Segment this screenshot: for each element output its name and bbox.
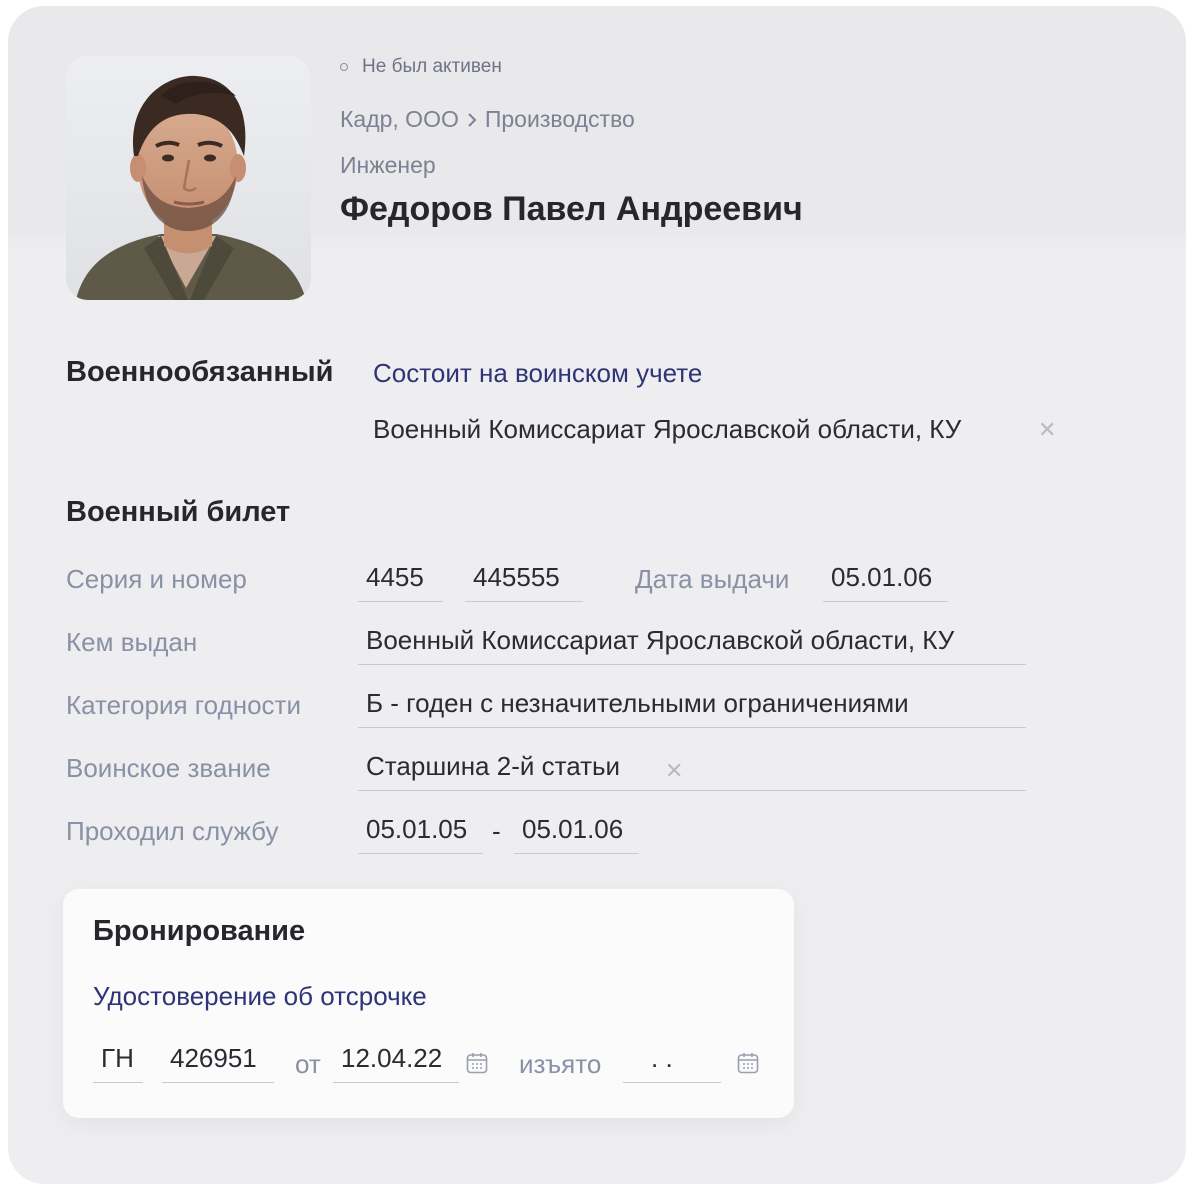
commissariat-value: Военный Комиссариат Ярославской области,…: [373, 414, 962, 444]
activity-status: Не был активен: [340, 56, 502, 78]
avatar: [66, 56, 311, 300]
job-position: Инженер: [340, 152, 436, 178]
booking-panel: Бронирование Удостоверение об отсрочке Г…: [63, 889, 794, 1118]
withdrawn-date-field[interactable]: . .: [623, 1041, 721, 1083]
ticket-series-field[interactable]: 4455: [358, 560, 443, 602]
deferment-certificate-link[interactable]: Удостоверение об отсрочке: [93, 981, 427, 1012]
issued-by-label: Кем выдан: [66, 627, 198, 657]
rank-field[interactable]: Старшина 2-й статьи: [358, 749, 1026, 791]
close-icon[interactable]: ✕: [1038, 419, 1056, 441]
series-number-label: Серия и номер: [66, 564, 247, 594]
service-from-field[interactable]: 05.01.05: [358, 812, 483, 854]
from-label: от: [295, 1049, 321, 1079]
booking-title: Бронирование: [93, 915, 306, 947]
calendar-icon[interactable]: [465, 1051, 489, 1075]
issued-by-field[interactable]: Военный Комиссариат Ярославской области,…: [358, 623, 1026, 665]
fitness-label: Категория годности: [66, 690, 301, 720]
status-text: Не был активен: [362, 56, 502, 77]
rank-value: Старшина 2-й статьи: [366, 751, 621, 781]
service-to-field[interactable]: 05.01.06: [514, 812, 639, 854]
ticket-number-field[interactable]: 445555: [465, 560, 583, 602]
military-ticket-title: Военный билет: [66, 496, 291, 528]
service-period-label: Проходил службу: [66, 816, 279, 846]
service-separator: -: [492, 816, 501, 846]
breadcrumb-department[interactable]: Производство: [485, 106, 635, 133]
military-section-title: Военнообязанный: [66, 356, 334, 388]
issue-date-field[interactable]: 05.01.06: [823, 560, 948, 602]
close-icon[interactable]: ✕: [665, 760, 683, 782]
status-dot-icon: [340, 63, 348, 71]
avatar-photo: [66, 56, 311, 300]
issue-date-label: Дата выдачи: [635, 564, 790, 594]
breadcrumb: Кадр, ООО Производство: [340, 106, 635, 133]
calendar-icon[interactable]: [736, 1051, 760, 1075]
chevron-right-icon: [468, 112, 477, 127]
employee-name: Федоров Павел Андреевич: [340, 190, 803, 228]
fitness-field[interactable]: Б - годен с незначительными ограничениям…: [358, 686, 1026, 728]
booking-date-field[interactable]: 12.04.22: [333, 1041, 459, 1083]
rank-label: Воинское звание: [66, 753, 271, 783]
registration-status-link[interactable]: Состоит на воинском учете: [373, 358, 702, 389]
booking-series-field[interactable]: ГН: [93, 1041, 143, 1083]
breadcrumb-company[interactable]: Кадр, ООО: [340, 106, 459, 133]
withdrawn-label: изъято: [519, 1049, 602, 1079]
employee-card: Не был активен Кадр, ООО Производство Ин…: [8, 6, 1186, 1184]
booking-number-field[interactable]: 426951: [162, 1041, 274, 1083]
